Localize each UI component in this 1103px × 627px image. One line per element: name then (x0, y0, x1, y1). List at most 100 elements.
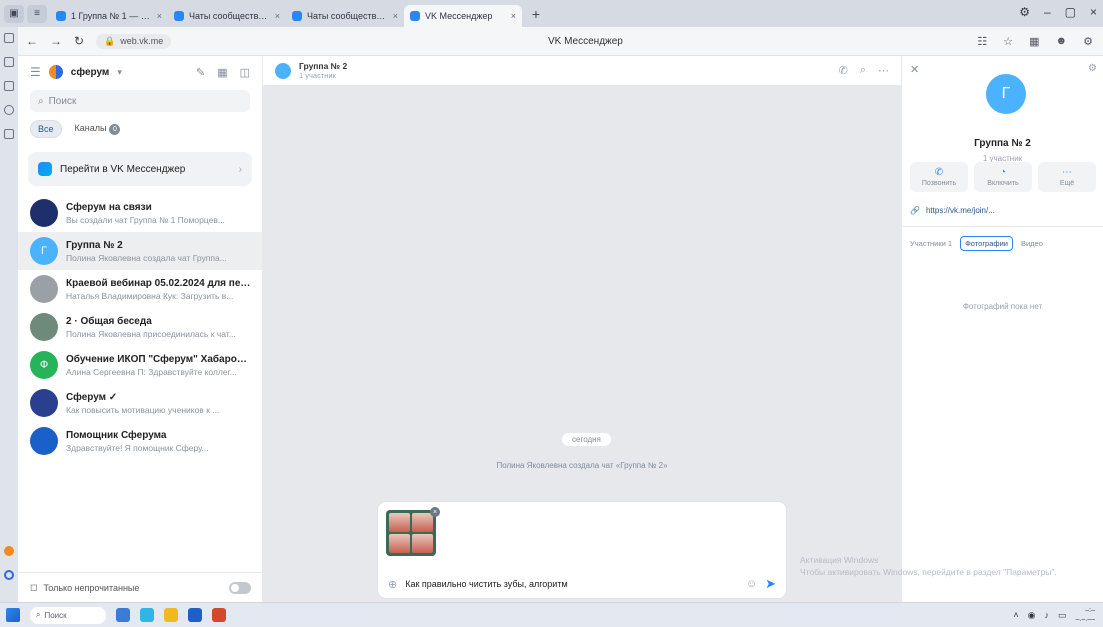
edge-icon[interactable] (140, 608, 154, 622)
chat-list-item[interactable]: Краевой вебинар 05.02.2024 для педагог..… (18, 270, 262, 308)
url-field[interactable]: 🔒 web.vk.me (96, 33, 172, 49)
settings-icon[interactable]: ⚙ (1088, 63, 1097, 74)
menu-icon[interactable]: ☰ (30, 65, 41, 79)
more-button[interactable]: ⋯ Ещё (1038, 162, 1096, 192)
browser-tab-4[interactable]: VK Мессенджер × (404, 5, 522, 27)
new-tab-button[interactable]: + (526, 5, 546, 23)
app-icon[interactable] (4, 546, 14, 556)
tab-members[interactable]: Участники 1 (910, 239, 952, 248)
phone-icon: ✆ (934, 167, 944, 178)
chat-avatar[interactable] (275, 62, 291, 79)
volume-icon[interactable]: ♪ (1045, 610, 1050, 620)
reader-icon[interactable]: ☷ (977, 35, 987, 48)
downloads-icon[interactable] (4, 81, 14, 91)
filter-all[interactable]: Все (30, 120, 62, 138)
chat-actions: ✆ Позвонить ◔ Включить ⋯ Ещё (910, 162, 1096, 192)
close-icon[interactable]: ✕ (910, 63, 919, 76)
chevron-down-icon[interactable]: ▾ (117, 67, 122, 78)
favorite-icon[interactable]: ☆ (1003, 35, 1013, 48)
more-icon: ⋯ (1062, 167, 1072, 178)
windows-activation-watermark: Активация Windows Чтобы активировать Win… (800, 555, 1057, 577)
add-app-icon[interactable] (4, 570, 14, 580)
chat-name: Группа № 2 (66, 239, 123, 251)
extensions-icon[interactable]: ⚙ (1019, 5, 1030, 19)
history-icon[interactable] (4, 57, 14, 67)
taskbar: ⌕ Поиск ˄ ◉ ♪ ▭ –:– –.–.–– (0, 602, 1103, 627)
new-chat-icon[interactable]: ✎ (196, 66, 205, 79)
browser-tab-1[interactable]: 1 Группа № 1 — Сферу× (50, 5, 168, 27)
conversation-header: Группа № 2 1 участник ✆ ⌕ ⋯ (263, 56, 901, 86)
org-name[interactable]: сферум (71, 67, 110, 78)
chat-list-item[interactable]: 2 · Общая беседа Полина Яковлевна присоед… (18, 308, 262, 346)
tab-favicon (56, 11, 66, 21)
forward-icon[interactable]: → (50, 34, 62, 48)
collections-icon[interactable]: ▦ (1029, 35, 1039, 48)
collections-icon[interactable] (4, 33, 14, 43)
divider (902, 226, 1103, 227)
notifications-button[interactable]: ◔ Включить (974, 162, 1032, 192)
taskbar-search[interactable]: ⌕ Поиск (30, 606, 106, 624)
chat-preview: Алина Сергеевна П: Здравствуйте коллег..… (66, 366, 237, 377)
search-input[interactable]: ⌕ Поиск (30, 90, 250, 112)
minimize-button[interactable]: – (1044, 5, 1051, 19)
tab-actions-icon[interactable]: ≡ (27, 4, 47, 23)
network-icon[interactable]: ◉ (1028, 610, 1036, 621)
filter-channels[interactable]: Каналы 0 (68, 120, 128, 138)
chat-list-item[interactable]: Г Группа № 2 Полина Яковлевна создала чат … (18, 232, 262, 270)
chat-list-item[interactable]: Ф Обучение ИКОП "Сферум" Хабаровский к...… (18, 346, 262, 384)
avatar (30, 199, 58, 227)
attach-icon[interactable]: ⊕ (388, 578, 397, 591)
clock[interactable]: –:– –.–.–– (1076, 606, 1095, 624)
file-explorer-icon[interactable] (164, 608, 178, 622)
browser-tab-2[interactable]: Чаты сообщества — Сфе× (168, 5, 286, 27)
close-window-button[interactable]: × (1090, 5, 1097, 19)
extensions-icon[interactable] (4, 105, 14, 115)
close-icon[interactable]: × (393, 11, 398, 21)
store-icon[interactable] (188, 608, 202, 622)
chat-list-item[interactable]: Сферум ✓ Как повысить мотивацию учеников … (18, 384, 262, 422)
tab-videos[interactable]: Видео (1021, 239, 1043, 248)
chat-list-item[interactable]: Сферум на связи Вы создали чат Группа № 1… (18, 194, 262, 232)
date-separator: сегодня (562, 433, 611, 446)
screenshot-icon[interactable] (4, 129, 14, 139)
calendar-icon[interactable]: ▦ (217, 66, 227, 79)
workspace-icon[interactable]: ▣ (4, 4, 24, 23)
call-button[interactable]: ✆ Позвонить (910, 162, 968, 192)
search-icon[interactable]: ⌕ (860, 64, 866, 77)
call-icon[interactable]: ✆ (839, 64, 848, 77)
browser-tab-strip: ▣ ≡ 1 Группа № 1 — Сферу× Чаты сообществ… (0, 0, 1103, 27)
emoji-icon[interactable]: ☺ (746, 578, 757, 590)
profile-icon[interactable]: ☻ (1056, 35, 1068, 48)
chat-title[interactable]: Группа № 2 (299, 61, 347, 71)
vk-messenger-logo (38, 162, 52, 176)
chat-members-count: 1 участник (299, 71, 336, 80)
close-icon[interactable]: × (157, 11, 162, 21)
app-icon[interactable] (212, 608, 226, 622)
chat-preview: Как повысить мотивацию учеников к ... (66, 404, 220, 415)
task-view-icon[interactable] (116, 608, 130, 622)
reload-icon[interactable]: ↻ (74, 34, 84, 48)
close-icon[interactable]: × (511, 11, 516, 21)
message-input[interactable]: Как правильно чистить зубы, алгоритм (405, 579, 738, 589)
back-icon[interactable]: ← (26, 34, 38, 48)
extensions-icon[interactable]: ⚙ (1083, 35, 1093, 48)
invite-link[interactable]: 🔗 https://vk.me/join/... (910, 206, 1096, 215)
battery-icon[interactable]: ▭ (1058, 610, 1067, 621)
page-title: VK Мессенджер (548, 35, 623, 47)
tab-photos[interactable]: Фотографии (960, 236, 1013, 251)
chevron-up-icon[interactable]: ˄ (1013, 610, 1018, 620)
close-icon[interactable]: × (275, 11, 280, 21)
browser-tab-3[interactable]: Чаты сообщества — Сфе× (286, 5, 404, 27)
chat-name: Обучение ИКОП "Сферум" Хабаровский к... (66, 353, 252, 365)
bell-icon: ◔ (999, 167, 1007, 178)
send-button[interactable]: ➤ (765, 576, 776, 592)
chat-list-item[interactable]: Помощник Сферума Здравствуйте! Я помощник… (18, 422, 262, 460)
open-vk-messenger-banner[interactable]: Перейти в VK Мессенджер › (28, 152, 252, 186)
start-button[interactable] (6, 608, 20, 622)
attachment-thumbnail[interactable] (386, 510, 436, 556)
maximize-button[interactable]: ▢ (1065, 5, 1076, 19)
remove-attachment-icon[interactable]: × (430, 507, 440, 517)
more-icon[interactable]: ⋯ (878, 64, 889, 77)
unread-only-toggle[interactable] (229, 581, 251, 594)
layout-icon[interactable]: ◫ (240, 66, 250, 79)
